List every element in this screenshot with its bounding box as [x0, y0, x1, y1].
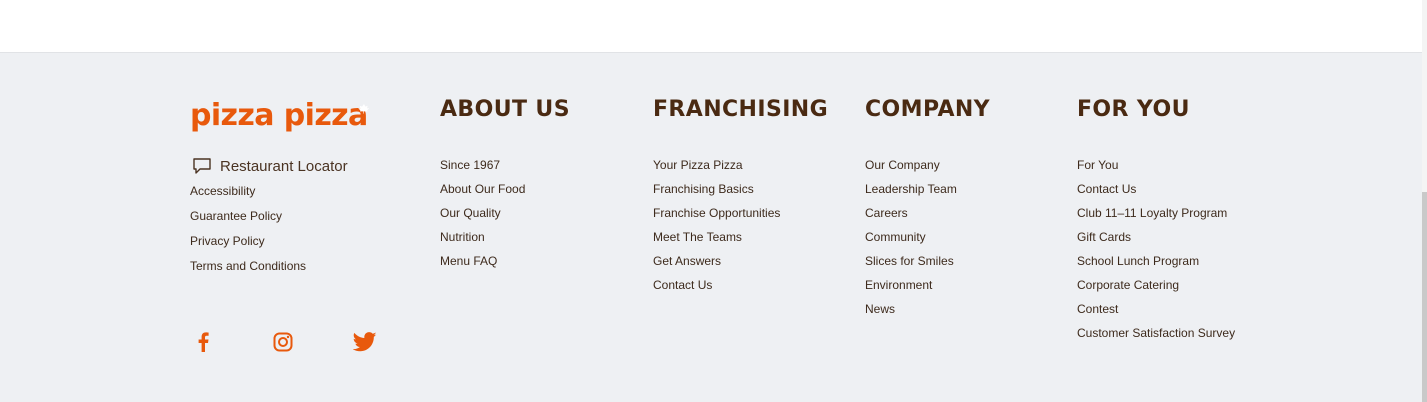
guarantee-policy-link[interactable]: Guarantee Policy — [190, 209, 306, 234]
pizza-pizza-logo[interactable]: pizza pizza — [190, 99, 380, 135]
terms-and-conditions-link[interactable]: Terms and Conditions — [190, 259, 306, 284]
about-us-heading: ABOUT US — [440, 97, 570, 122]
meet-the-teams-link[interactable]: Meet The Teams — [653, 230, 780, 254]
franchising-basics-link[interactable]: Franchising Basics — [653, 182, 780, 206]
franchising-links-list: Your Pizza Pizza Franchising Basics Fran… — [653, 158, 780, 302]
menu-faq-link[interactable]: Menu FAQ — [440, 254, 525, 278]
get-answers-link[interactable]: Get Answers — [653, 254, 780, 278]
our-company-link[interactable]: Our Company — [865, 158, 957, 182]
club-loyalty-program-link[interactable]: Club 11–11 Loyalty Program — [1077, 206, 1235, 230]
gift-cards-link[interactable]: Gift Cards — [1077, 230, 1235, 254]
brand-links-list: Accessibility Guarantee Policy Privacy P… — [190, 184, 306, 284]
franchise-opportunities-link[interactable]: Franchise Opportunities — [653, 206, 780, 230]
page-content-area — [0, 0, 1422, 52]
franchising-contact-us-link[interactable]: Contact Us — [653, 278, 780, 302]
chat-bubble-icon — [192, 157, 212, 175]
about-our-food-link[interactable]: About Our Food — [440, 182, 525, 206]
contest-link[interactable]: Contest — [1077, 302, 1235, 326]
your-pizza-pizza-link[interactable]: Your Pizza Pizza — [653, 158, 780, 182]
customer-satisfaction-survey-link[interactable]: Customer Satisfaction Survey — [1077, 326, 1235, 350]
slices-for-smiles-link[interactable]: Slices for Smiles — [865, 254, 957, 278]
accessibility-link[interactable]: Accessibility — [190, 184, 306, 209]
leadership-team-link[interactable]: Leadership Team — [865, 182, 957, 206]
community-link[interactable]: Community — [865, 230, 957, 254]
facebook-icon[interactable] — [190, 329, 216, 355]
vertical-scrollbar[interactable] — [1422, 0, 1427, 402]
school-lunch-program-link[interactable]: School Lunch Program — [1077, 254, 1235, 278]
for-you-link[interactable]: For You — [1077, 158, 1235, 182]
environment-link[interactable]: Environment — [865, 278, 957, 302]
company-links-list: Our Company Leadership Team Careers Comm… — [865, 158, 957, 326]
for-you-heading: FOR YOU — [1077, 97, 1190, 122]
privacy-policy-link[interactable]: Privacy Policy — [190, 234, 306, 259]
our-quality-link[interactable]: Our Quality — [440, 206, 525, 230]
site-footer: pizza pizza Restaurant Locator Accessibi… — [0, 52, 1422, 402]
svg-text:pizza pizza: pizza pizza — [190, 99, 368, 133]
franchising-heading: FRANCHISING — [653, 97, 829, 122]
twitter-icon[interactable] — [352, 329, 378, 355]
about-links-list: Since 1967 About Our Food Our Quality Nu… — [440, 158, 525, 278]
company-heading: COMPANY — [865, 97, 991, 122]
news-link[interactable]: News — [865, 302, 957, 326]
careers-link[interactable]: Careers — [865, 206, 957, 230]
for-you-links-list: For You Contact Us Club 11–11 Loyalty Pr… — [1077, 158, 1235, 350]
restaurant-locator-link[interactable]: Restaurant Locator — [192, 157, 348, 175]
scrollbar-thumb[interactable] — [1422, 192, 1427, 402]
for-you-contact-us-link[interactable]: Contact Us — [1077, 182, 1235, 206]
restaurant-locator-label: Restaurant Locator — [220, 157, 348, 175]
since-1967-link[interactable]: Since 1967 — [440, 158, 525, 182]
instagram-icon[interactable] — [270, 329, 296, 355]
nutrition-link[interactable]: Nutrition — [440, 230, 525, 254]
corporate-catering-link[interactable]: Corporate Catering — [1077, 278, 1235, 302]
